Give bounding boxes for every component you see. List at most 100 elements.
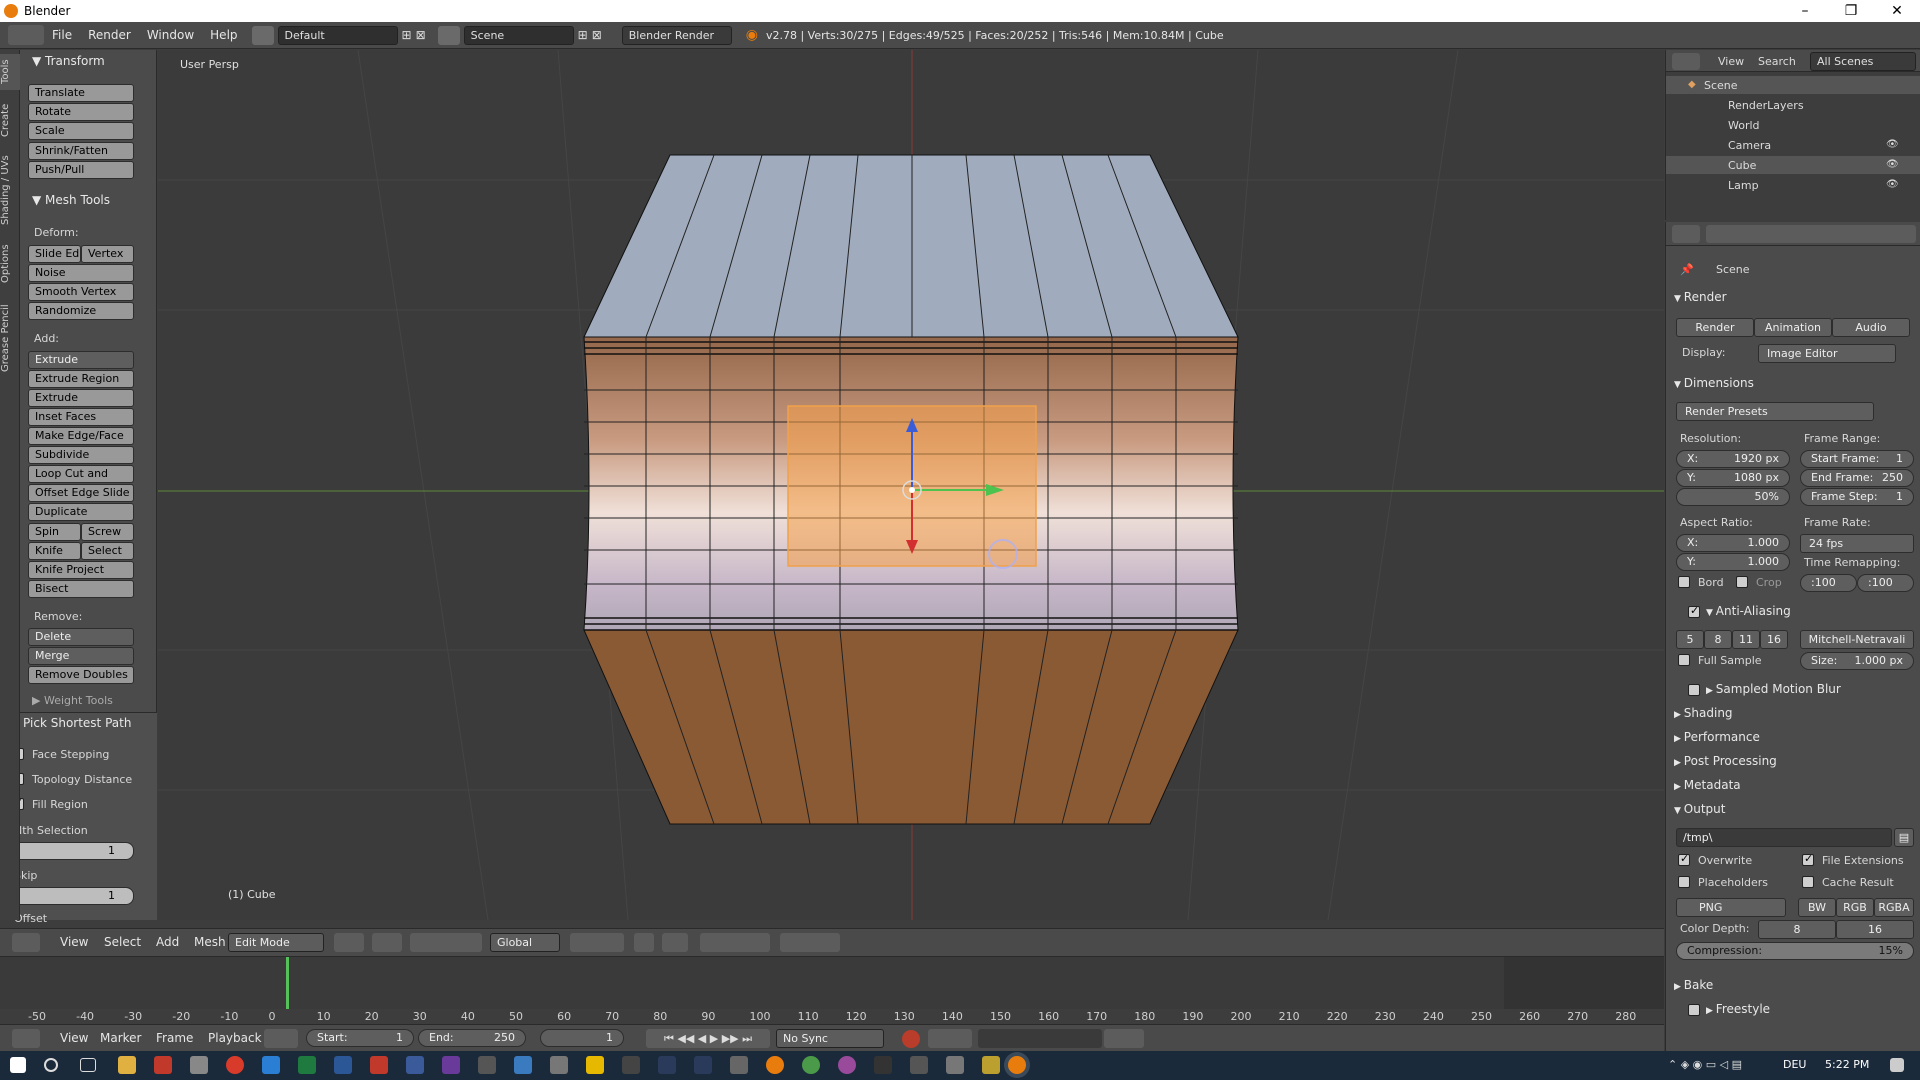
metadata-header[interactable]: Metadata	[1674, 778, 1741, 792]
outliner-cube[interactable]: Cube	[1728, 159, 1756, 172]
full-sample-checkbox[interactable]	[1678, 654, 1690, 666]
search-icon[interactable]	[44, 1058, 58, 1072]
aa-size-field[interactable]: Size: 1.000 px	[1800, 652, 1914, 670]
aa-filter-select[interactable]: Mitchell-Netravali	[1800, 630, 1914, 649]
properties-context-tabs[interactable]	[1706, 225, 1916, 243]
current-frame-marker[interactable]	[286, 957, 289, 1009]
outliner-lamp[interactable]: Lamp	[1728, 179, 1759, 192]
remove-doubles-button[interactable]: Remove Doubles	[28, 666, 134, 684]
aa-samples-11[interactable]: 11	[1732, 630, 1760, 649]
mode-select[interactable]: Edit Mode	[228, 933, 324, 952]
keyframe-icons[interactable]	[1104, 1029, 1144, 1048]
res-y-field[interactable]: Y: 1080 px	[1676, 469, 1790, 487]
start-icon[interactable]	[10, 1057, 26, 1073]
noise-button[interactable]: Noise	[28, 264, 134, 282]
cube-visibility-icon[interactable]: 👁	[1886, 159, 1899, 170]
bisect-button[interactable]: Bisect	[28, 580, 134, 598]
tray-icons[interactable]: ⌃ ◈ ◉ ▭ ◁ ▤	[1668, 1058, 1742, 1071]
mesh-bottom-faces[interactable]	[583, 629, 1239, 825]
select-mode-icons[interactable]	[570, 933, 624, 952]
extrude-select[interactable]: Extrude	[28, 351, 134, 369]
sync-select[interactable]: No Sync	[776, 1029, 884, 1048]
scene-icon[interactable]	[437, 25, 460, 45]
placeholders-checkbox[interactable]	[1678, 876, 1690, 888]
viewport-canvas[interactable]	[158, 50, 1664, 920]
freestyle-header[interactable]: Freestyle	[1706, 1002, 1770, 1016]
depth-16-button[interactable]: 16	[1836, 920, 1914, 939]
operator-panel-header[interactable]: ▼ Pick Shortest Path	[10, 716, 131, 730]
orientation-select[interactable]: Global	[490, 933, 560, 952]
render-presets-select[interactable]: Render Presets	[1676, 402, 1874, 421]
performance-header[interactable]: Performance	[1674, 730, 1760, 744]
visio-icon[interactable]	[406, 1056, 424, 1074]
outliner-menu-search[interactable]: Search	[1758, 55, 1796, 68]
file-format-select[interactable]: PNG	[1676, 898, 1786, 917]
bw-button[interactable]: BW	[1798, 898, 1836, 917]
view3d-menu-mesh[interactable]: Mesh	[186, 935, 234, 949]
excel-icon[interactable]	[298, 1056, 316, 1074]
rgba-button[interactable]: RGBA	[1874, 898, 1914, 917]
output-header[interactable]: Output	[1674, 802, 1726, 816]
transform-panel-header[interactable]: ▼ Transform	[32, 54, 105, 68]
outliner-world[interactable]: World	[1728, 119, 1760, 132]
render-icon[interactable]	[634, 933, 654, 952]
rotate-button[interactable]: Rotate	[28, 103, 134, 121]
layout-add-icon[interactable]: ⊞	[402, 28, 412, 42]
view3d-menu-add[interactable]: Add	[148, 935, 187, 949]
crop-checkbox[interactable]	[1736, 576, 1748, 588]
powerpoint-icon[interactable]	[370, 1056, 388, 1074]
aspect-x-field[interactable]: X: 1.000	[1676, 534, 1790, 552]
timeline-menu-playback[interactable]: Playback	[200, 1031, 270, 1045]
app-icon-17[interactable]	[730, 1056, 748, 1074]
app-icon-13[interactable]	[586, 1056, 604, 1074]
border-checkbox[interactable]	[1678, 576, 1690, 588]
notifications-icon[interactable]	[1890, 1058, 1904, 1072]
outliner-row-cube[interactable]	[1666, 156, 1920, 174]
timeline-area[interactable]	[0, 957, 1664, 1009]
motion-blur-header[interactable]: Sampled Motion Blur	[1706, 682, 1841, 696]
render-button[interactable]: Render	[1676, 318, 1754, 337]
outliner-camera[interactable]: Camera	[1728, 139, 1771, 152]
render-engine-select[interactable]: Blender Render	[621, 25, 732, 45]
tab-grease-pencil[interactable]: Grease Pencil	[0, 296, 20, 380]
res-x-field[interactable]: X: 1920 px	[1676, 450, 1790, 468]
app-icon-21[interactable]	[874, 1056, 892, 1074]
duplicate-button[interactable]: Duplicate	[28, 503, 134, 521]
file-extensions-checkbox[interactable]	[1802, 852, 1814, 866]
rgb-button[interactable]: RGB	[1836, 898, 1874, 917]
scene-field[interactable]: Scene	[463, 25, 574, 45]
manipulator-icons[interactable]	[410, 933, 482, 952]
push-pull-button[interactable]: Push/Pull	[28, 161, 134, 179]
vertex-slide-button[interactable]: Vertex	[81, 245, 134, 263]
pin-icon[interactable]: 📌	[1680, 263, 1694, 276]
current-frame-field[interactable]: 1	[540, 1029, 624, 1047]
editor-type-icon[interactable]	[8, 25, 44, 45]
menu-render[interactable]: Render	[80, 28, 139, 42]
aa-samples-16[interactable]: 16	[1760, 630, 1788, 649]
bake-header[interactable]: Bake	[1674, 978, 1714, 992]
restore-icon[interactable]: ❐	[1828, 0, 1874, 22]
randomize-button[interactable]: Randomize	[28, 302, 134, 320]
view3d-menu-view[interactable]: View	[52, 935, 96, 949]
start-frame-field[interactable]: Start: 1	[306, 1029, 414, 1047]
depth-8-button[interactable]: 8	[1758, 920, 1836, 939]
timeline[interactable]: -50 -40 -30 -20 -10 0 10 20 30 40 50 60 70 80 90 100 110…	[0, 956, 1664, 1034]
slide-edge-button[interactable]: Slide Ed	[28, 245, 81, 263]
nth-selection-field[interactable]: 1	[10, 842, 134, 860]
overwrite-checkbox[interactable]	[1678, 852, 1690, 866]
view3d-menu-select[interactable]: Select	[96, 935, 149, 949]
knife-button[interactable]: Knife	[28, 542, 81, 560]
app-icon-3[interactable]	[190, 1056, 208, 1074]
outliner-filter-select[interactable]: All Scenes	[1810, 52, 1916, 71]
extrude-individual-button[interactable]: Extrude Individual	[28, 389, 134, 420]
3d-viewport[interactable]: User Persp (1) Cube	[158, 50, 1664, 920]
frame-step-prop[interactable]: Frame Step: 1	[1800, 488, 1914, 506]
timeline-menu-marker[interactable]: Marker	[92, 1031, 149, 1045]
fps-select[interactable]: 24 fps	[1800, 534, 1914, 553]
display-select[interactable]: Image Editor	[1758, 344, 1896, 363]
keying-set-field[interactable]	[978, 1029, 1102, 1048]
tab-create[interactable]: Create	[0, 98, 20, 142]
outliner-scene[interactable]: Scene	[1704, 79, 1738, 92]
screw-button[interactable]: Screw	[81, 523, 134, 541]
folder-icon[interactable]: ▤	[1894, 828, 1914, 847]
